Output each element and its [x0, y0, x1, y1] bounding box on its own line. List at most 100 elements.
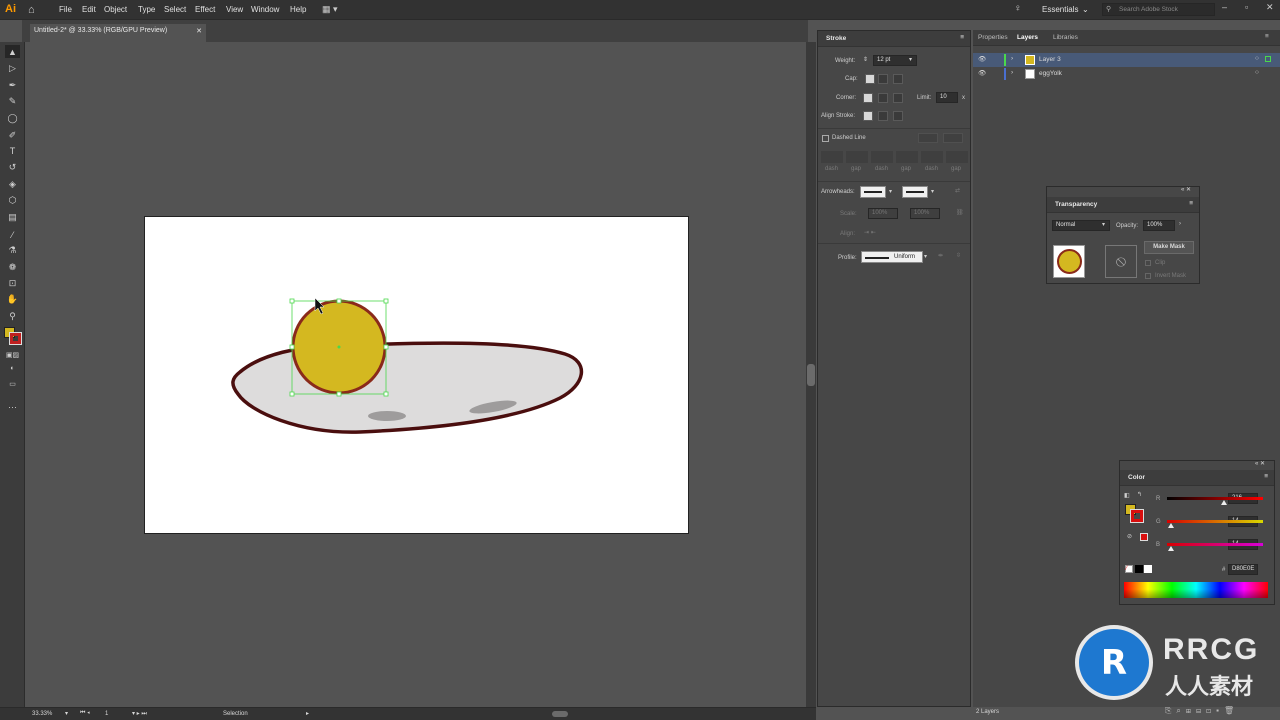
color-spectrum[interactable]	[1124, 582, 1268, 598]
gap-input[interactable]	[846, 151, 868, 163]
panel-menu-icon[interactable]: ≡	[960, 34, 964, 41]
align-inside-button[interactable]	[878, 111, 888, 121]
dashed-line-checkbox[interactable]	[822, 135, 829, 142]
egg-artwork[interactable]	[0, 0, 816, 707]
panel-collapse-icon[interactable]: « ✕	[1255, 460, 1265, 467]
link-scale-icon[interactable]: ⛓	[956, 209, 964, 216]
gap-input[interactable]	[896, 151, 918, 163]
hex-input[interactable]: D80E0E	[1228, 564, 1258, 575]
visibility-eye-icon[interactable]: 👁	[978, 69, 986, 77]
close-icon[interactable]: ✕	[1266, 2, 1274, 13]
artboard-number[interactable]: 1	[105, 711, 108, 717]
end-arrowhead-dropdown-icon[interactable]: ▾	[931, 188, 934, 195]
horizontal-scrollbar[interactable]	[318, 710, 804, 718]
target-circle-icon[interactable]: ○	[1255, 69, 1259, 76]
dash-align-corners-button[interactable]	[943, 133, 963, 143]
dash-input[interactable]	[921, 151, 943, 163]
green-slider-thumb[interactable]	[1168, 523, 1174, 528]
blend-mode-dropdown-icon[interactable]: ▾	[1102, 221, 1105, 228]
layer-row[interactable]: 👁 › Layer 3 ○	[973, 53, 1280, 67]
limit-x-icon: x	[962, 95, 965, 101]
profile-dropdown-icon[interactable]: ▾	[924, 253, 927, 260]
projecting-cap-button[interactable]	[893, 74, 903, 84]
clip-checkbox[interactable]	[1145, 260, 1151, 266]
miter-join-button[interactable]	[863, 93, 873, 103]
red-slider[interactable]	[1167, 497, 1263, 500]
mask-thumbnail[interactable]: ⦸	[1105, 245, 1137, 278]
object-thumbnail[interactable]	[1053, 245, 1085, 278]
artboard-nav-prev-icon[interactable]: ⏮ ◂	[80, 710, 90, 717]
opacity-input[interactable]: 100%	[1143, 220, 1175, 231]
layer-name[interactable]: eggYolk	[1039, 70, 1062, 77]
vertical-scrollbar[interactable]	[806, 42, 816, 707]
dash-input[interactable]	[871, 151, 893, 163]
target-circle-icon[interactable]: ○	[1255, 55, 1259, 62]
tab-properties[interactable]: Properties	[978, 34, 1008, 41]
start-arrowhead-select[interactable]	[860, 186, 886, 198]
minimize-icon[interactable]: –	[1222, 2, 1227, 12]
out-of-gamut-icon[interactable]: ⊘	[1127, 533, 1132, 540]
none-swatch-icon[interactable]: ⁄	[1125, 565, 1133, 573]
flip-along-icon[interactable]: ⇹	[938, 252, 943, 259]
selection-indicator[interactable]	[1265, 56, 1271, 62]
invert-mask-checkbox[interactable]	[1145, 273, 1151, 279]
white-swatch[interactable]	[1144, 565, 1152, 573]
corner-label: Corner:	[836, 95, 857, 101]
dash-input[interactable]	[821, 151, 843, 163]
opacity-arrow-icon[interactable]: ›	[1179, 221, 1181, 227]
expand-chevron-icon[interactable]: ›	[1011, 55, 1013, 62]
end-scale-input[interactable]: 100%	[910, 208, 940, 219]
end-arrowhead-select[interactable]	[902, 186, 928, 198]
blue-slider[interactable]	[1167, 543, 1263, 546]
panel-divider	[818, 128, 970, 129]
gap-input[interactable]	[946, 151, 968, 163]
web-safe-swatch[interactable]	[1140, 533, 1148, 541]
butt-cap-button[interactable]	[865, 74, 875, 84]
weight-stepper-icon[interactable]: ⇕	[863, 56, 868, 63]
weight-dropdown-icon[interactable]: ▾	[909, 56, 912, 63]
bevel-join-button[interactable]	[893, 93, 903, 103]
layer-name[interactable]: Layer 3	[1039, 56, 1061, 63]
center-point	[337, 345, 341, 349]
profile-select[interactable]: Uniform	[861, 251, 923, 263]
layers-footer-icons[interactable]: ⎘⌕⊞⊟⊡▪🗑	[1165, 706, 1239, 716]
scroll-thumb[interactable]	[807, 364, 815, 386]
flip-across-icon[interactable]: ⇳	[956, 252, 961, 259]
swap-colors-icon[interactable]: ↰	[1137, 491, 1142, 498]
stock-search[interactable]: ⚲ Search Adobe Stock	[1102, 3, 1215, 16]
make-mask-button[interactable]: Make Mask	[1144, 241, 1194, 254]
layer-row[interactable]: 👁 › eggYolk ○	[973, 67, 1280, 81]
panel-menu-icon[interactable]: ≡	[1189, 200, 1193, 207]
tab-libraries[interactable]: Libraries	[1053, 34, 1078, 41]
panel-menu-icon[interactable]: ≡	[1264, 473, 1268, 480]
lightbulb-icon[interactable]: ♀	[1014, 3, 1022, 14]
round-join-button[interactable]	[878, 93, 888, 103]
red-slider-thumb[interactable]	[1221, 500, 1227, 505]
start-scale-input[interactable]: 100%	[868, 208, 898, 219]
limit-input[interactable]: 10	[936, 92, 958, 103]
maximize-icon[interactable]: ▫	[1245, 2, 1248, 12]
artboard-nav-next-icon[interactable]: ▾ ▸ ⏭	[132, 710, 147, 718]
default-colors-icon[interactable]: ◧	[1124, 492, 1130, 499]
dash-align-exact-button[interactable]	[918, 133, 938, 143]
zoom-level[interactable]: 33.33%	[32, 711, 52, 717]
workspace-switcher[interactable]: Essentials	[1042, 5, 1078, 14]
align-outside-button[interactable]	[893, 111, 903, 121]
panel-menu-icon[interactable]: ≡	[1265, 33, 1269, 40]
panel-collapse-icon[interactable]: « ✕	[1181, 186, 1191, 193]
swap-arrowheads-icon[interactable]: ⇄	[955, 187, 960, 194]
tab-layers[interactable]: Layers	[1017, 34, 1038, 41]
align-center-button[interactable]	[863, 111, 873, 121]
black-swatch[interactable]	[1135, 565, 1143, 573]
expand-chevron-icon[interactable]: ›	[1011, 69, 1013, 76]
blue-slider-thumb[interactable]	[1168, 546, 1174, 551]
visibility-eye-icon[interactable]: 👁	[978, 55, 986, 63]
start-arrowhead-dropdown-icon[interactable]: ▾	[889, 188, 892, 195]
green-slider[interactable]	[1167, 520, 1263, 523]
arrow-align-icons[interactable]: ⇥ ⇤	[864, 229, 876, 236]
zoom-dropdown-icon[interactable]: ▾	[65, 710, 68, 717]
hscroll-thumb[interactable]	[552, 711, 568, 717]
color-stroke-swatch[interactable]	[1130, 509, 1144, 523]
round-cap-button[interactable]	[878, 74, 888, 84]
status-arrow-icon[interactable]: ▸	[306, 710, 309, 717]
